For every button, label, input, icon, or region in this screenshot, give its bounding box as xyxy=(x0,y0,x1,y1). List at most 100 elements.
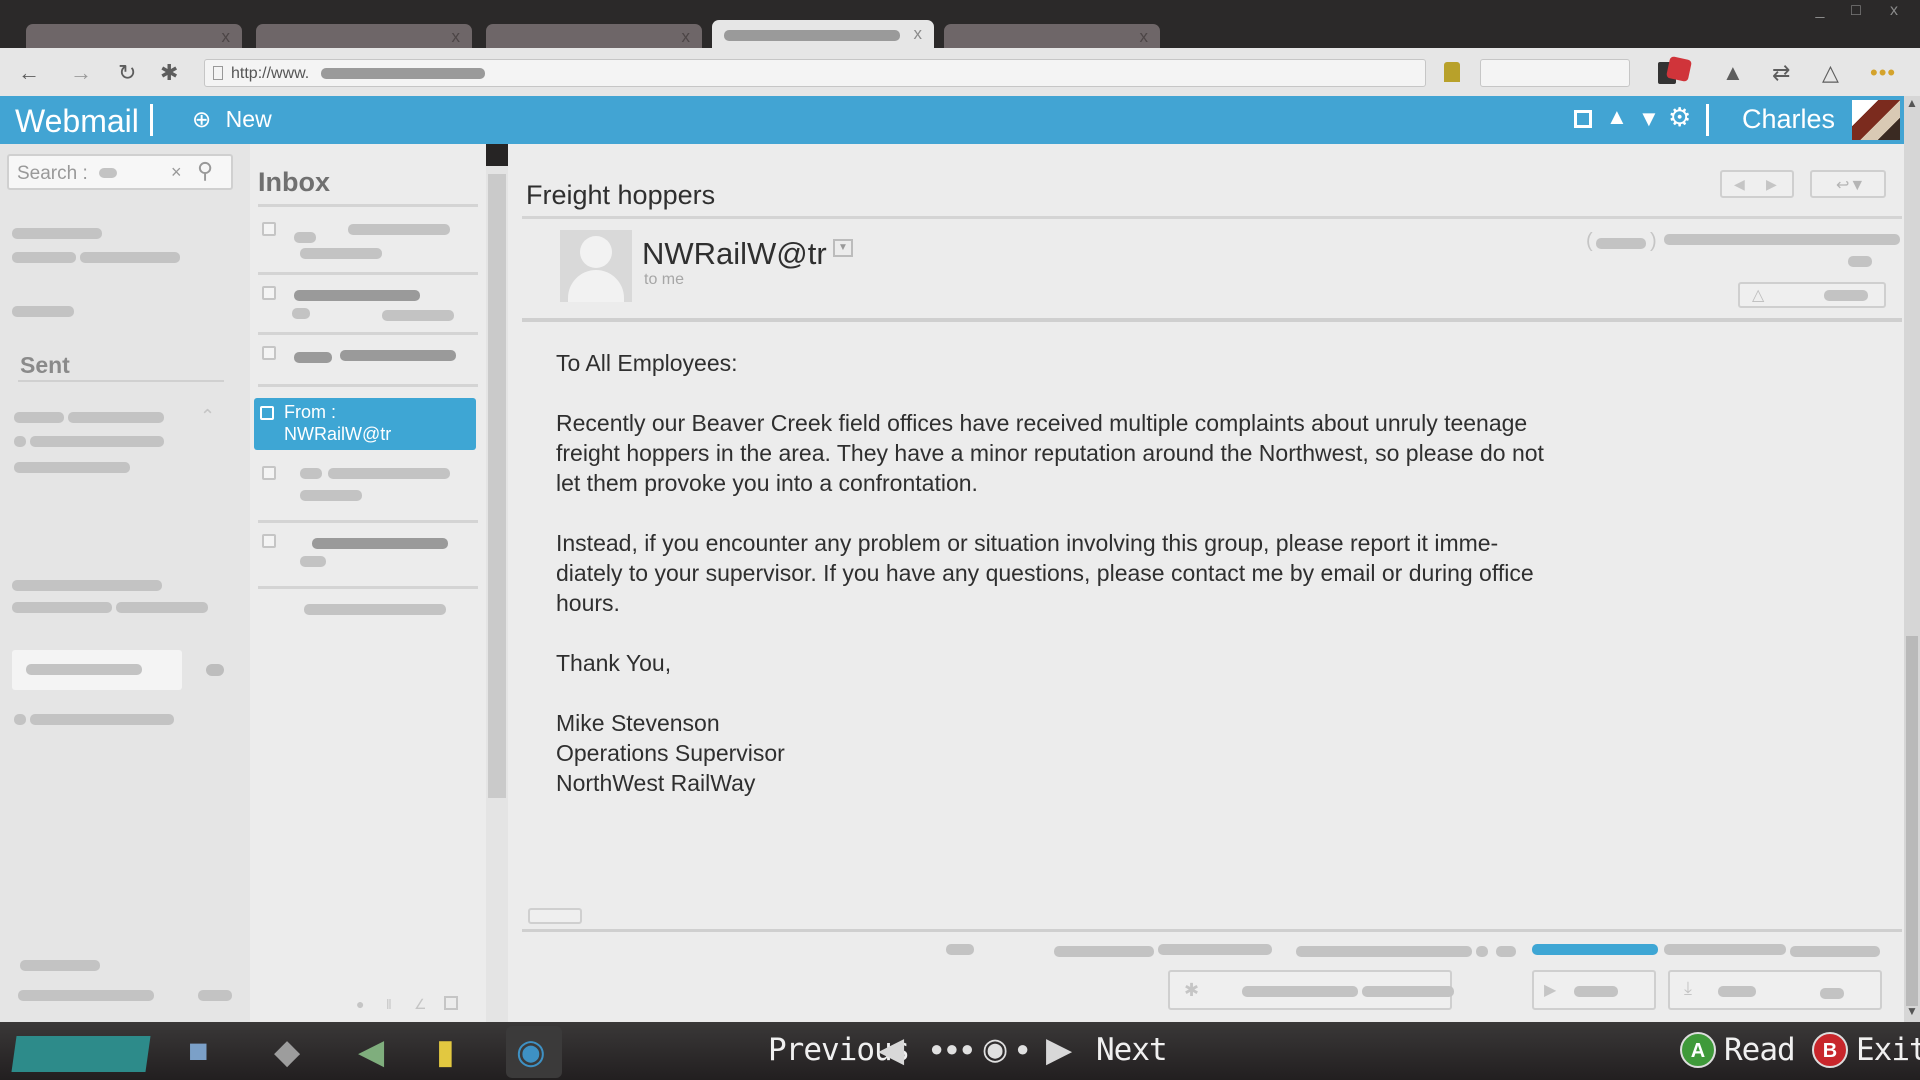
browser-tab[interactable]: x xyxy=(256,24,472,50)
pane-divider xyxy=(522,216,1902,219)
browser-app-active[interactable]: ◉ xyxy=(506,1026,562,1078)
folder-placeholder[interactable] xyxy=(12,306,74,317)
tab-close-icon[interactable]: x xyxy=(682,27,691,47)
prev-next-message-buttons[interactable]: ◀ ▶ xyxy=(1720,170,1794,198)
folder-placeholder[interactable] xyxy=(14,462,130,473)
message-checkbox[interactable] xyxy=(260,406,274,420)
browser-tab[interactable]: x xyxy=(26,24,242,50)
user-name[interactable]: Charles xyxy=(1742,104,1835,135)
next-arrow-icon[interactable]: ▶ xyxy=(1766,176,1777,193)
user-avatar[interactable] xyxy=(1852,100,1900,140)
next-arrow-icon[interactable]: ▶ xyxy=(1046,1030,1072,1070)
prev-arrow-icon[interactable]: ◀ xyxy=(1734,176,1745,193)
list-tool-icon[interactable]: ‖ xyxy=(386,996,392,1012)
message-list-scrollbar[interactable] xyxy=(486,166,508,1022)
scroll-up-icon[interactable]: ▲ xyxy=(1906,96,1918,110)
search-input[interactable]: Search : × ⚲ xyxy=(7,154,233,190)
tab-close-icon[interactable]: x xyxy=(452,27,461,47)
lock-icon[interactable]: ▲ xyxy=(1722,60,1744,86)
a-button-icon[interactable]: A xyxy=(1680,1032,1716,1068)
bracket-open: ( xyxy=(1586,230,1593,252)
sender-dropdown-icon[interactable]: ▼ xyxy=(833,239,853,257)
folder-placeholder[interactable] xyxy=(14,714,26,725)
sender-name[interactable]: NWRailW@tr xyxy=(642,236,827,272)
map-icon[interactable]: ◀ xyxy=(358,1032,384,1072)
previous-arrow-icon[interactable]: ◀ xyxy=(878,1030,904,1070)
browser-tab[interactable]: x xyxy=(486,24,702,50)
notes-icon[interactable]: ▮ xyxy=(436,1032,455,1072)
gear-icon[interactable]: ⚙ xyxy=(1668,102,1691,133)
sidebar-button[interactable] xyxy=(12,650,182,690)
clear-icon[interactable]: × xyxy=(171,162,182,183)
scroll-down-icon[interactable]: ▼ xyxy=(1906,1004,1918,1018)
folder-placeholder[interactable] xyxy=(80,252,180,263)
folder-placeholder[interactable] xyxy=(12,228,102,239)
reload-icon[interactable]: ↻ xyxy=(118,60,136,86)
message-checkbox[interactable] xyxy=(262,466,276,480)
list-item-selected[interactable]: From : NWRailW@tr xyxy=(254,398,476,450)
folder-placeholder[interactable] xyxy=(12,252,76,263)
scrollbar-thumb[interactable] xyxy=(1906,636,1918,1006)
new-message-button[interactable]: ⊕ New xyxy=(192,106,272,133)
browser-search-field[interactable] xyxy=(1480,59,1630,87)
list-tool-icon[interactable]: ● xyxy=(356,996,364,1012)
arrow-up-icon[interactable]: ▲ xyxy=(1606,104,1628,130)
camera-icon[interactable]: ◆ xyxy=(274,1032,300,1072)
bookmark-icon[interactable] xyxy=(1444,62,1460,82)
alert-icon[interactable]: △ xyxy=(1822,60,1839,86)
menu-more-icon[interactable]: ••• xyxy=(1870,60,1896,86)
forward-button[interactable]: ▶ xyxy=(1532,970,1656,1010)
compose-reply-button[interactable]: ✱ xyxy=(1168,970,1454,1010)
shield-icon[interactable] xyxy=(1665,55,1693,83)
settings-cog-icon[interactable]: ✱ xyxy=(160,60,178,86)
tab-close-icon[interactable]: x xyxy=(1140,27,1149,47)
toggle-icon[interactable] xyxy=(206,664,224,676)
scrollbar-thumb[interactable] xyxy=(488,174,506,798)
reply-options-button[interactable]: ↩▼ xyxy=(1810,170,1886,198)
browser-tab-active[interactable]: x xyxy=(712,20,934,50)
tab-close-icon[interactable]: x xyxy=(222,27,231,47)
share-icon[interactable]: ⇄ xyxy=(1772,60,1790,86)
recipient-label[interactable]: to me xyxy=(644,271,684,289)
folder-placeholder[interactable] xyxy=(12,602,112,613)
browser-tab[interactable]: x xyxy=(944,24,1160,50)
folder-placeholder[interactable] xyxy=(14,412,64,423)
load-more-placeholder[interactable] xyxy=(304,604,446,615)
download-button[interactable]: ⤓ xyxy=(1668,970,1882,1010)
message-list: Inbox From : NWRailW@tr ● ‖ ∠ xyxy=(250,144,486,1022)
folder-placeholder[interactable] xyxy=(68,412,164,423)
read-label[interactable]: Read xyxy=(1724,1032,1796,1068)
b-button-icon[interactable]: B xyxy=(1812,1032,1848,1068)
exit-label[interactable]: Exit xyxy=(1856,1032,1920,1068)
reading-pane-scrollbar[interactable]: ▲ ▼ xyxy=(1904,96,1920,1022)
folder-placeholder[interactable] xyxy=(12,580,162,591)
back-arrow-icon[interactable]: ← xyxy=(18,60,40,86)
list-tool-icon[interactable]: ∠ xyxy=(414,996,427,1013)
folder-placeholder[interactable] xyxy=(116,602,208,613)
url-bar[interactable]: http://www. xyxy=(204,59,1426,87)
message-checkbox[interactable] xyxy=(262,286,276,300)
folder-placeholder[interactable] xyxy=(30,436,164,447)
item-placeholder xyxy=(300,490,362,501)
search-icon[interactable]: ⚲ xyxy=(197,158,213,184)
window-close-button[interactable]: x xyxy=(1880,2,1908,22)
window-minimize-button[interactable]: _ xyxy=(1806,2,1834,22)
message-checkbox[interactable] xyxy=(262,346,276,360)
list-tool-icon[interactable] xyxy=(444,996,458,1010)
message-checkbox[interactable] xyxy=(262,222,276,236)
list-divider xyxy=(258,204,478,207)
chevron-up-icon[interactable]: ⌃ xyxy=(200,406,215,427)
forward-arrow-icon[interactable]: → xyxy=(70,60,92,86)
folder-placeholder[interactable] xyxy=(14,436,26,447)
attachment-chip[interactable] xyxy=(528,908,582,924)
next-label[interactable]: Next xyxy=(1096,1032,1168,1068)
sidebar-item-sent[interactable]: Sent xyxy=(20,352,70,379)
arrow-down-icon[interactable]: ▼ xyxy=(1638,106,1660,132)
window-icon[interactable] xyxy=(1574,110,1592,128)
folder-placeholder[interactable] xyxy=(30,714,174,725)
window-maximize-button[interactable]: □ xyxy=(1842,2,1870,22)
folder-icon[interactable]: ■ xyxy=(188,1032,209,1071)
message-action-button[interactable]: △ xyxy=(1738,282,1886,308)
tab-close-icon[interactable]: x xyxy=(914,24,923,44)
message-checkbox[interactable] xyxy=(262,534,276,548)
